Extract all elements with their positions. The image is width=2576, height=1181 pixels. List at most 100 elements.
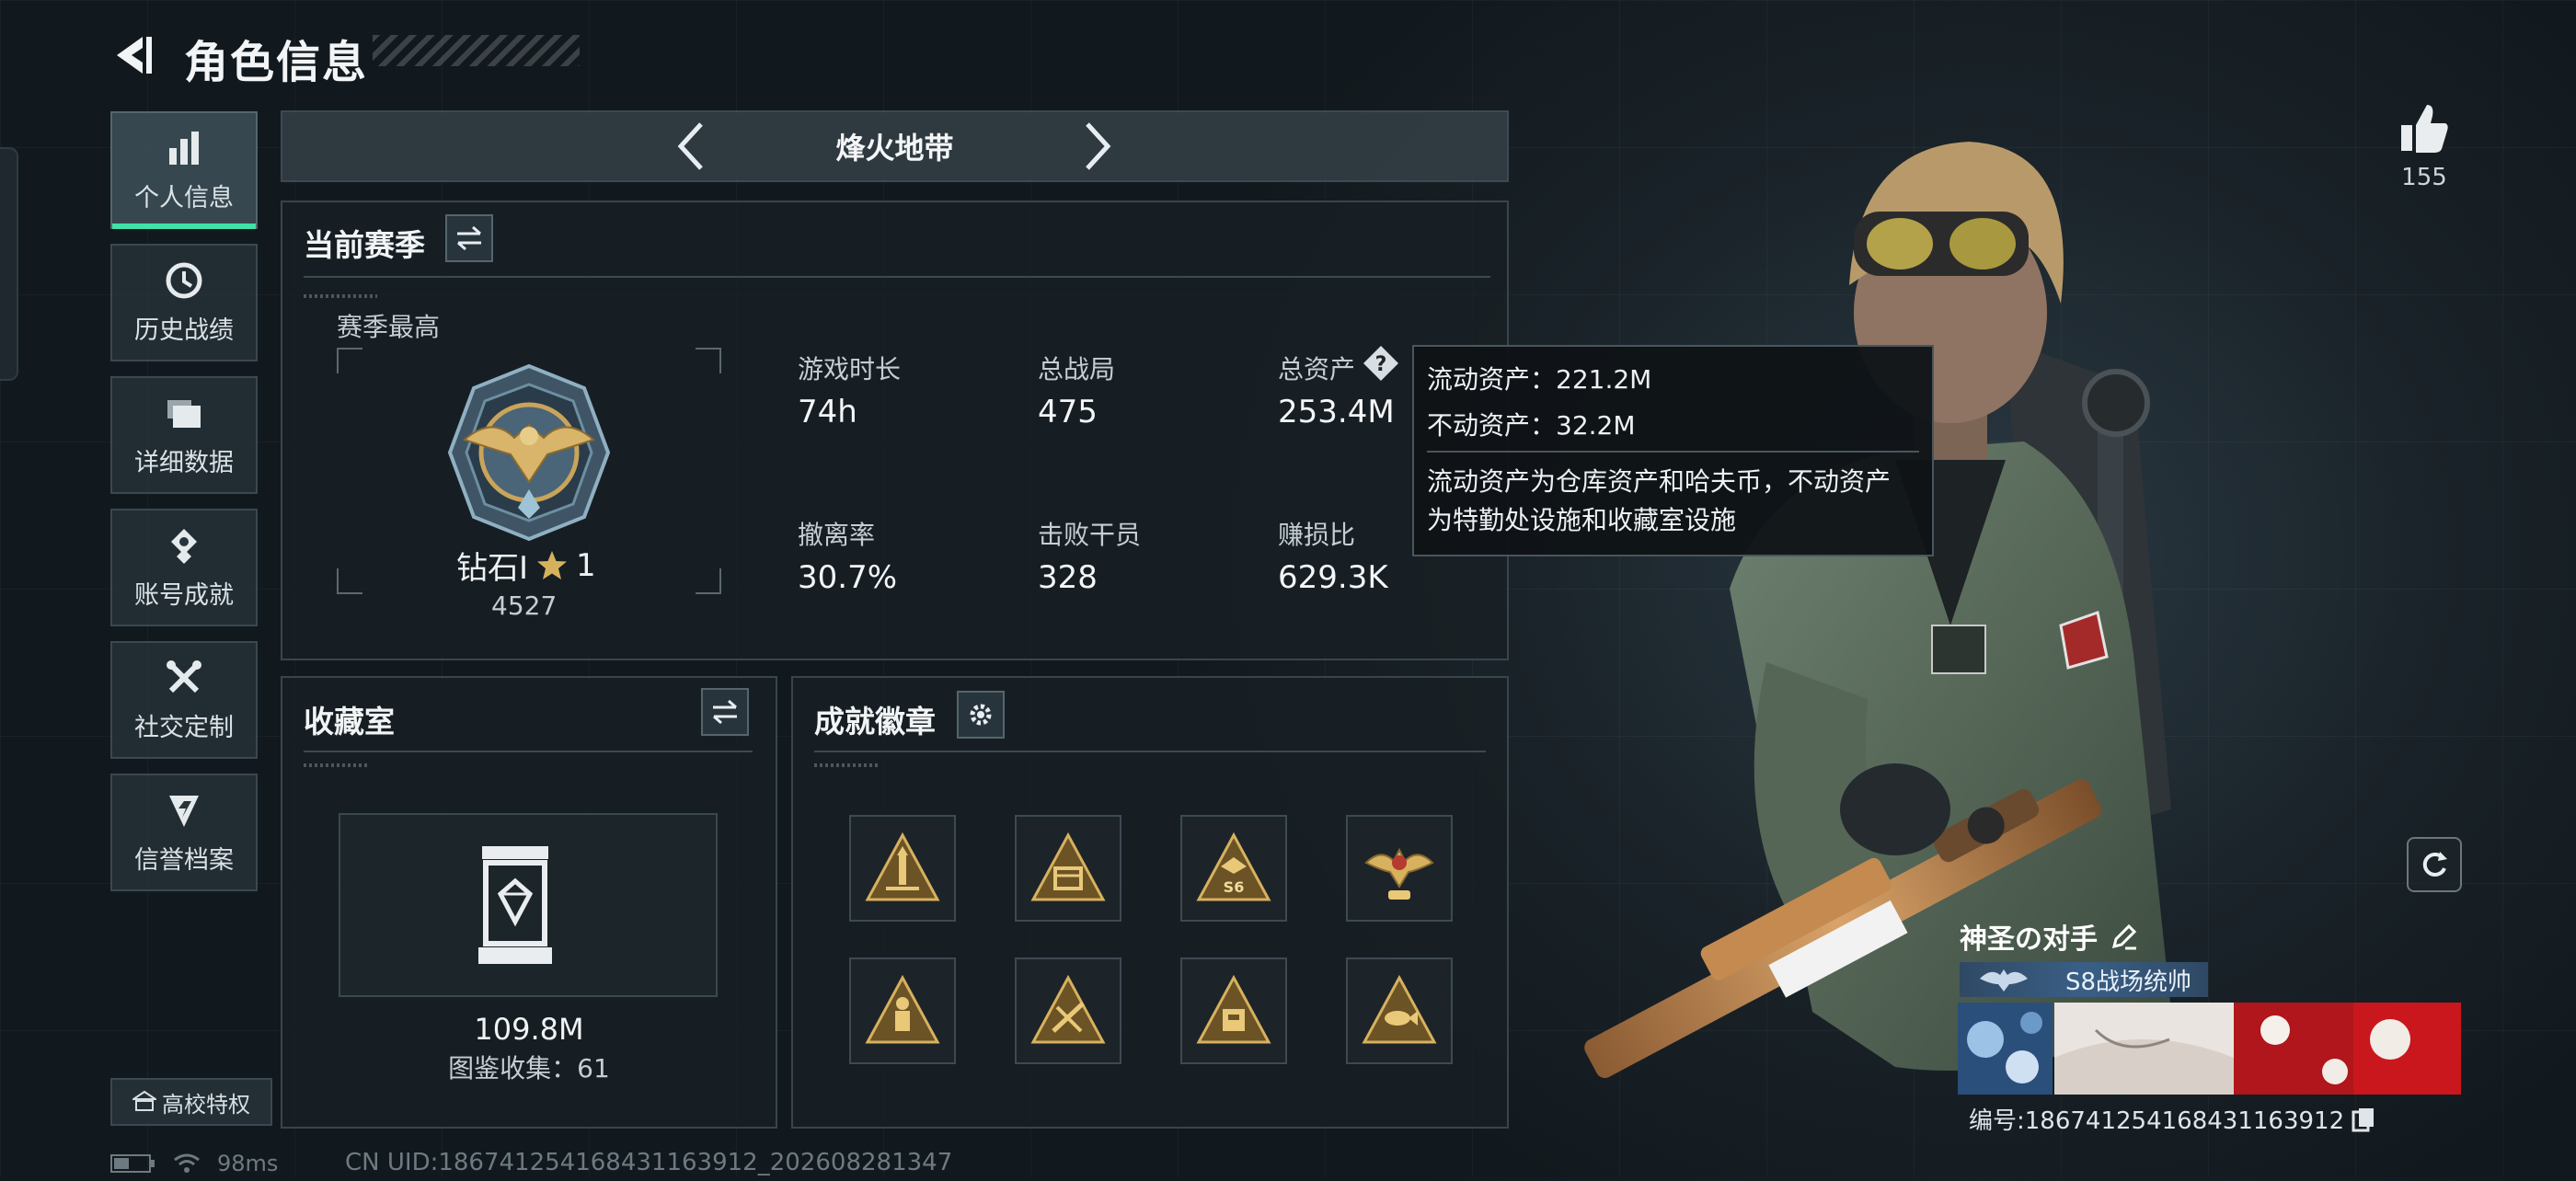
badges-title: 成就徽章 [814, 704, 936, 740]
stat-value-kills: 328 [1038, 559, 1098, 596]
sidebar-item-social[interactable]: 社交定制 [110, 641, 258, 759]
refresh-button[interactable] [2407, 837, 2462, 892]
badge-vault[interactable] [1180, 957, 1287, 1064]
back-arrow-icon [117, 37, 152, 74]
player-title-badge[interactable]: S8战场统帅 [1960, 962, 2208, 997]
tooltip-desc-line2: 为特勤处设施和收藏室设施 [1427, 505, 1737, 535]
wifi-icon [174, 1153, 200, 1173]
badge-s6[interactable]: S6 [1180, 815, 1287, 922]
achievement-icon [164, 525, 204, 566]
tooltip-divider [1427, 451, 1919, 453]
side-handle[interactable] [0, 147, 18, 381]
next-mode-button[interactable] [1065, 112, 1130, 180]
swap-icon [713, 699, 737, 725]
frame-corner [337, 348, 362, 373]
like-button[interactable]: 155 [2378, 101, 2470, 212]
stat-value-profit-ratio: 629.3K [1278, 559, 1388, 596]
collection-value: 109.8M [474, 1012, 584, 1047]
rank-emblem [437, 361, 621, 545]
footer-uid: CN UID:186741254168431163912_20260828134… [345, 1149, 953, 1176]
frame-corner [696, 348, 721, 373]
collection-count: 图鉴收集：61 [448, 1053, 610, 1084]
decorative-dots [304, 763, 368, 767]
edit-pencil-icon[interactable] [2110, 923, 2138, 950]
battery-icon [110, 1154, 155, 1173]
page-title: 角色信息 [184, 37, 369, 88]
sidebar-item-label: 详细数据 [134, 448, 234, 477]
stat-label-matches: 总战局 [1038, 354, 1116, 384]
campus-icon [132, 1090, 156, 1111]
badges-settings-button[interactable] [957, 691, 1005, 739]
display-case-icon [478, 844, 552, 966]
campus-privilege-button[interactable]: 高校特权 [110, 1078, 272, 1126]
player-title: S8战场统帅 [2065, 968, 2192, 996]
badge-rocket[interactable] [849, 815, 956, 922]
refresh-icon [2422, 852, 2447, 877]
rank-star-count: 1 [576, 546, 596, 584]
sidebar-item-personal-info[interactable]: 个人信息 [110, 111, 258, 229]
tooltip-fixed: 不动资产：32.2M [1427, 410, 1636, 441]
sidebar-item-achievements[interactable]: 账号成就 [110, 509, 258, 626]
prev-mode-button[interactable] [659, 112, 723, 180]
sidebar-item-credit[interactable]: 信誉档案 [110, 774, 258, 891]
copy-icon[interactable] [2352, 1106, 2375, 1132]
stat-label-extract-rate: 撤离率 [798, 520, 876, 550]
like-count: 155 [2401, 164, 2447, 191]
rank-row: 钻石Ⅰ 1 [456, 543, 596, 588]
sidebar-item-label: 个人信息 [134, 183, 234, 212]
collection-switch-button[interactable] [701, 688, 749, 736]
frame-corner [337, 568, 362, 594]
status-bar: 98ms [110, 1150, 278, 1177]
player-uid: 编号:186741254168431163912 [1969, 1107, 2345, 1135]
stat-label-kills: 击败干员 [1038, 520, 1142, 550]
season-switch-button[interactable] [445, 214, 493, 262]
collection-title: 收藏室 [304, 704, 395, 740]
sidebar-item-label: 账号成就 [134, 580, 234, 610]
stat-value-matches: 475 [1038, 394, 1098, 430]
sidebar-item-label: 信誉档案 [134, 845, 234, 875]
sidebar-item-details[interactable]: 详细数据 [110, 376, 258, 494]
badge-s6-text: S6 [1224, 878, 1245, 896]
season-divider [304, 276, 1490, 278]
history-icon [164, 260, 204, 301]
chevron-right-icon [1086, 122, 1111, 170]
chevron-left-icon [677, 122, 703, 170]
tools-icon [164, 658, 204, 698]
sidebar-item-history[interactable]: 历史战绩 [110, 244, 258, 361]
stat-value-extract-rate: 30.7% [798, 559, 898, 596]
stat-label-total-assets: 总资产 [1278, 354, 1356, 384]
bar-chart-icon [164, 128, 204, 168]
ping-value: 98ms [217, 1151, 279, 1176]
folder-icon [164, 393, 204, 433]
tooltip-liquid: 流动资产：221.2M [1427, 364, 1652, 395]
sidebar-item-label: 社交定制 [134, 713, 234, 742]
assets-tooltip: 流动资产：221.2M 不动资产：32.2M 流动资产为仓库资产和哈夫币，不动资… [1412, 345, 1934, 556]
star-icon [537, 550, 568, 579]
frame-corner [696, 568, 721, 594]
back-button[interactable] [106, 28, 161, 83]
decorative-dots [304, 294, 377, 298]
gear-icon [970, 704, 992, 726]
sidebar-item-label: 历史战绩 [134, 315, 234, 345]
stat-label-profit-ratio: 赚损比 [1278, 520, 1356, 550]
badge-tent[interactable] [1015, 815, 1121, 922]
tooltip-desc-line1: 流动资产为仓库资产和哈夫币，不动资产 [1427, 466, 1892, 497]
title-decoration [373, 35, 580, 66]
badge-tools[interactable] [1015, 957, 1121, 1064]
collection-divider [304, 751, 753, 752]
decorative-dots [814, 763, 879, 767]
player-uid-row: 编号:186741254168431163912 [1969, 1102, 2375, 1136]
rank-score: 4527 [491, 590, 558, 621]
thumbs-up-icon [2401, 105, 2448, 153]
stat-value-total-assets: 253.4M [1278, 394, 1395, 430]
player-banner[interactable] [1958, 1003, 2461, 1095]
stat-value-playtime: 74h [798, 394, 857, 430]
swap-icon [457, 225, 481, 251]
title-emblem-icon [1980, 969, 2028, 992]
player-name: 神圣の对手 [1960, 923, 2098, 956]
season-best-label: 赛季最高 [337, 312, 441, 342]
credit-icon [164, 790, 204, 831]
stat-label-playtime: 游戏时长 [798, 354, 902, 384]
badge-soldier[interactable] [849, 957, 956, 1064]
season-title: 当前赛季 [304, 227, 425, 263]
